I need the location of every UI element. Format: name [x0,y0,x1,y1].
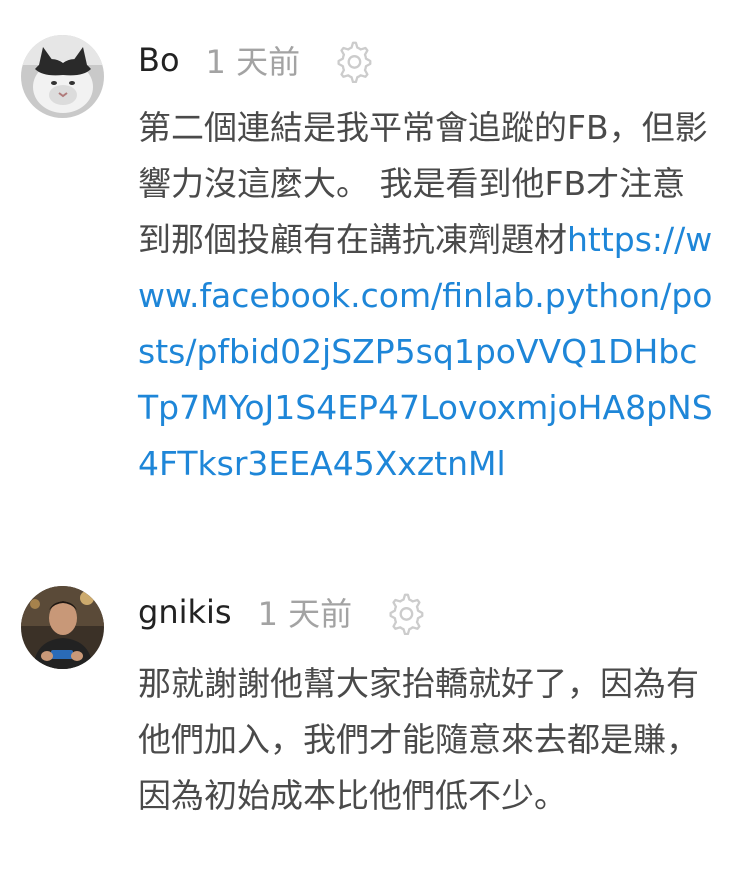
comment-text: 那就謝謝他幫大家抬轎就好了，因為有他們加入，我們才能隨意來去都是賺，因為初始成本… [138,664,699,815]
comment-body: 那就謝謝他幫大家抬轎就好了，因為有他們加入，我們才能隨意來去都是賺，因為初始成本… [138,656,713,824]
author-name[interactable]: gnikis [138,593,232,631]
comment-body: 第二個連結是我平常會追蹤的FB，但影響力沒這麼大。 我是看到他FB才注意到那個投… [138,100,713,492]
author-name[interactable]: Bo [138,41,180,79]
person-avatar-icon [21,586,104,669]
comment-header: Bo 1 天前 [138,37,376,83]
comment-timestamp: 1 天前 [257,595,353,633]
comment-timestamp: 1 天前 [205,43,301,81]
avatar[interactable] [21,586,104,669]
comment-header: gnikis 1 天前 [138,589,428,635]
cat-avatar-icon [21,35,104,118]
gear-icon[interactable] [330,37,376,83]
gear-icon[interactable] [382,589,428,635]
avatar[interactable] [21,35,104,118]
comment-link[interactable]: https://www.facebook.com/finlab.python/p… [138,220,713,483]
comment-list: Bo 1 天前 第二個連結是我平常會追蹤的FB，但影響力沒這麼大。 我是看到他F… [0,0,740,889]
